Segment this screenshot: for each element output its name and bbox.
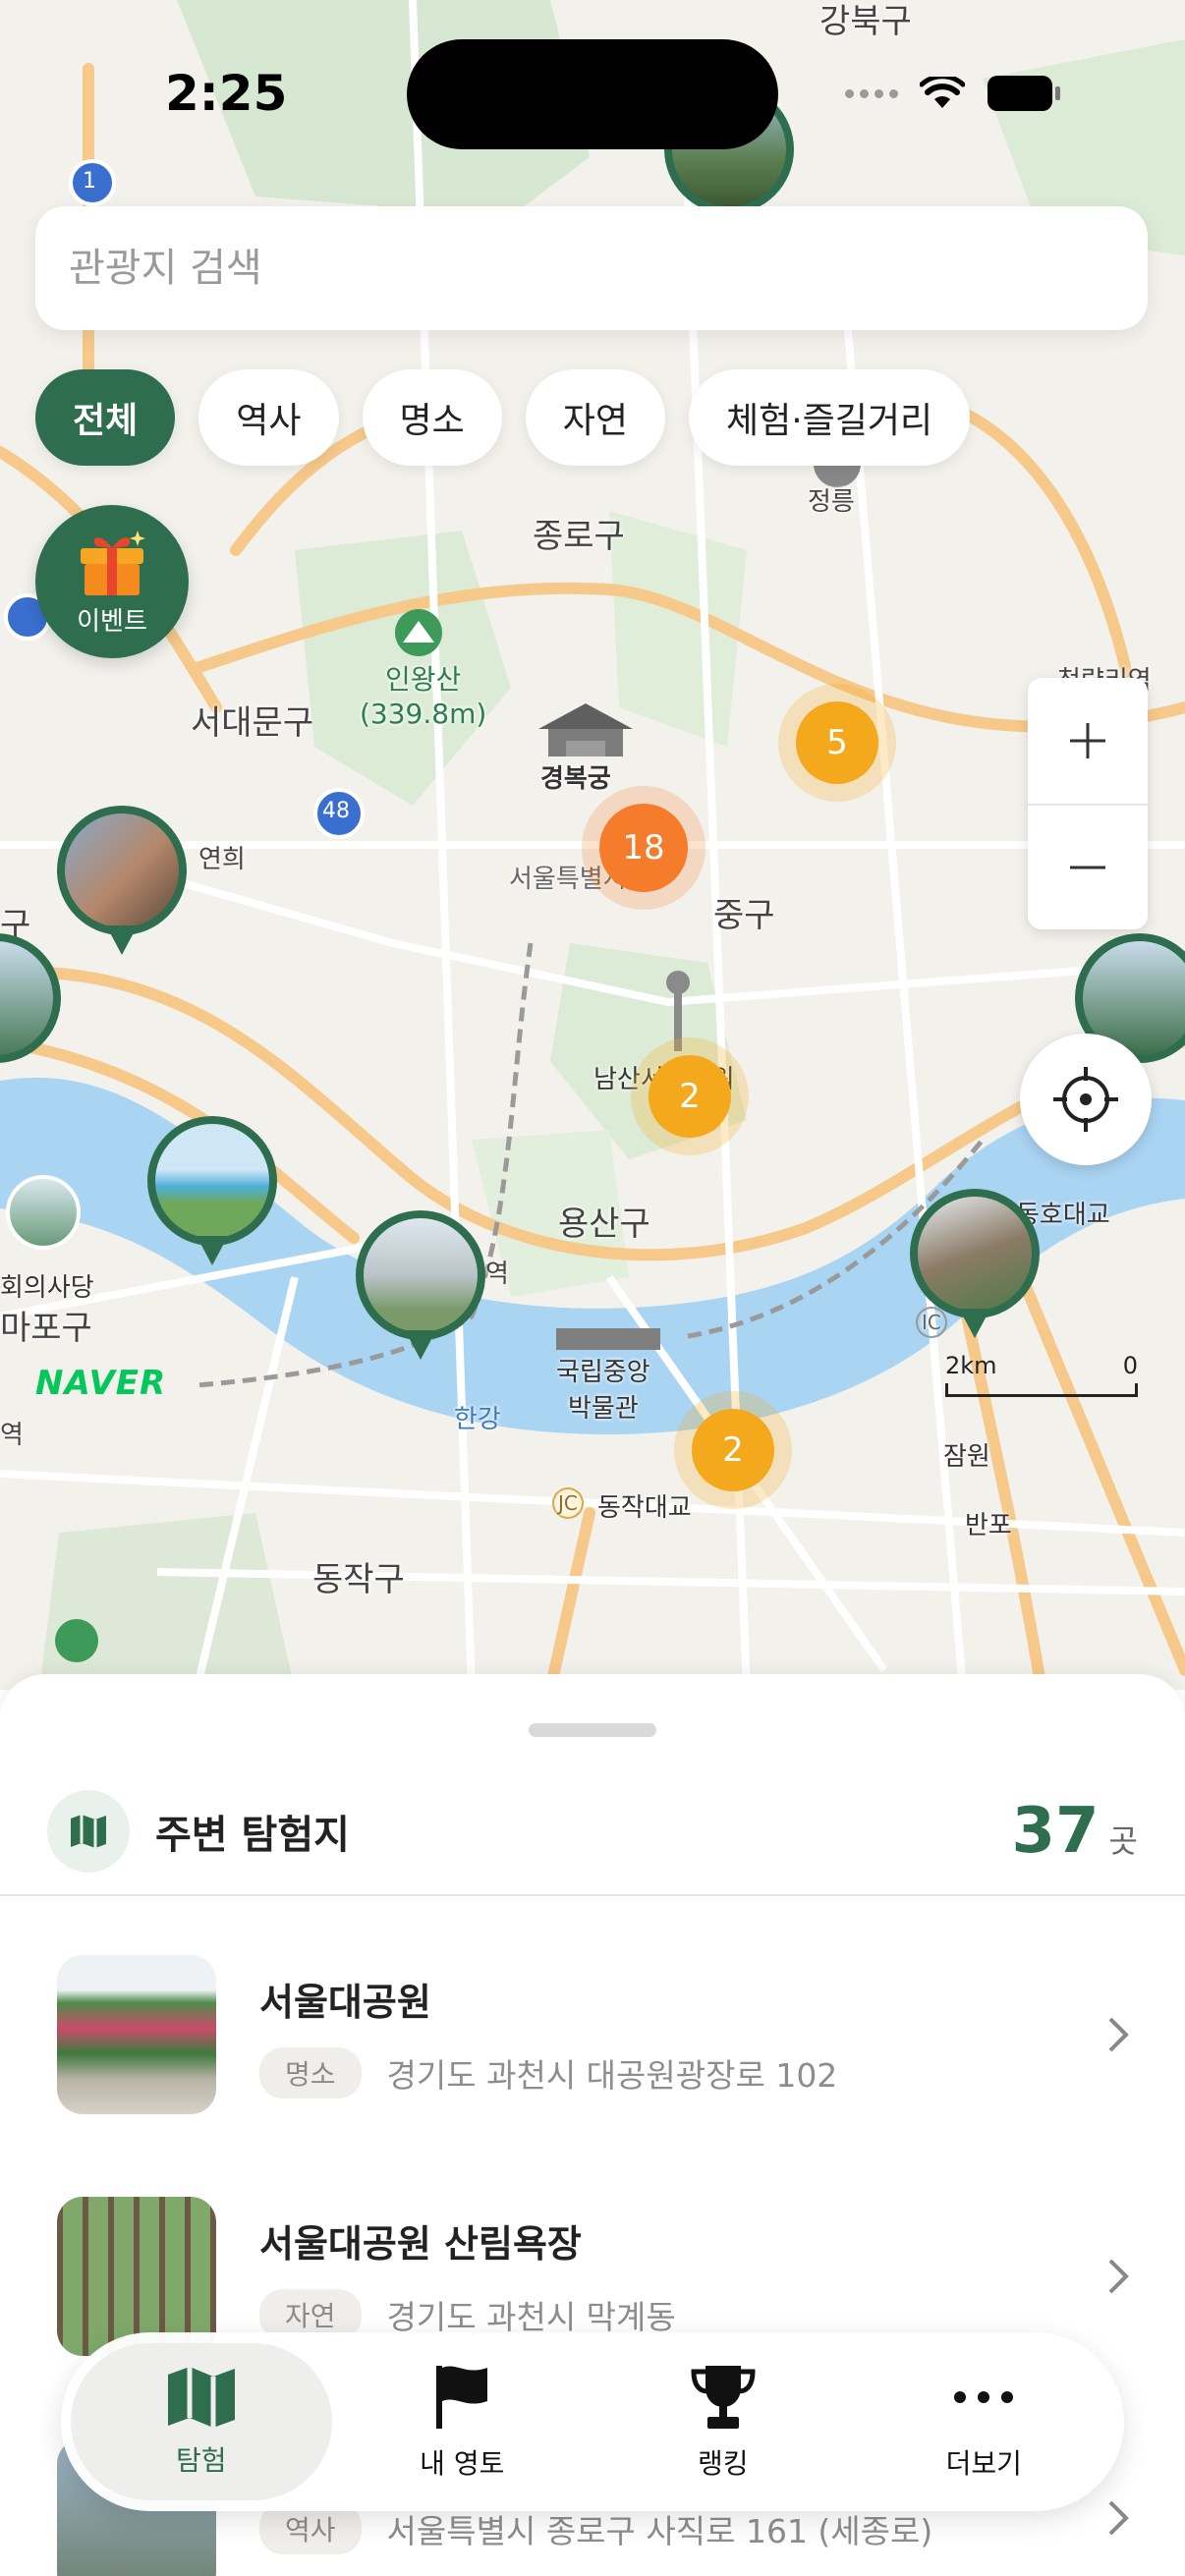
chip-attraction[interactable]: 명소: [362, 369, 502, 466]
map-label-mapo: 마포구: [0, 1309, 92, 1348]
tab-more[interactable]: 더보기: [854, 2343, 1115, 2500]
place-address: 경기도 과천시 대공원광장로 102: [386, 2055, 838, 2095]
map-pin-assembly[interactable]: [6, 1175, 81, 1250]
tab-my-territory[interactable]: 내 영토: [332, 2343, 593, 2500]
search-bar[interactable]: [35, 206, 1148, 330]
cluster-marker-5[interactable]: 5: [778, 684, 896, 802]
cluster-marker-18[interactable]: 18: [582, 786, 705, 910]
wifi-icon: [920, 77, 965, 108]
category-tag: 명소: [259, 2046, 362, 2099]
tab-label: 더보기: [945, 2447, 1022, 2480]
current-location-button[interactable]: [1020, 1034, 1152, 1165]
sheet-header: 주변 탐험지 37 곳: [47, 1790, 1138, 1873]
chip-nature[interactable]: 자연: [525, 369, 665, 466]
flag-icon: [436, 2366, 488, 2429]
map-label-dongjak-bridge: 동작대교: [597, 1493, 692, 1523]
map-label-national-assembly: 회의사당: [0, 1273, 94, 1303]
tab-explore[interactable]: 탐험: [71, 2343, 332, 2500]
map-pin-yongsan[interactable]: [356, 1210, 485, 1368]
map-label-yongsan: 용산구: [558, 1204, 650, 1244]
place-count-number: 37: [1011, 1795, 1100, 1868]
route-badge-48: 48: [322, 799, 350, 823]
map-label-station: 역: [485, 1260, 509, 1289]
more-icon: [954, 2391, 1014, 2403]
map-pin-yeonhui[interactable]: [57, 806, 187, 963]
map-icon: [167, 2367, 235, 2428]
tab-label: 내 영토: [420, 2447, 505, 2480]
cluster-count: 5: [796, 701, 878, 784]
status-time: 2:25: [165, 65, 288, 122]
map-label-seodaemun: 서대문구: [191, 703, 314, 743]
naver-logo: NAVER: [35, 1364, 167, 1403]
zoom-out-button[interactable]: [1028, 804, 1148, 929]
chip-experience[interactable]: 체험·즐길거리: [689, 369, 971, 466]
scale-label-distance: 2km: [945, 1352, 997, 1379]
map-pin-west[interactable]: [0, 933, 61, 1091]
crosshair-icon: [1053, 1067, 1118, 1132]
place-thumbnail: [57, 1955, 216, 2114]
map-label-gangbuk: 강북구: [819, 2, 912, 41]
search-input[interactable]: [69, 246, 1148, 291]
place-title: 서울대공원: [259, 1980, 431, 2024]
map-label-junggu: 중구: [713, 896, 775, 935]
map-label-jongno: 종로구: [533, 517, 625, 556]
map-label-inwangsan: 인왕산 (339.8m): [360, 663, 487, 730]
gift-icon: [81, 530, 145, 595]
place-address: 경기도 과천시 막계동: [386, 2297, 676, 2336]
map-label-museum: 국립중앙 박물관: [556, 1358, 650, 1424]
cluster-count: 2: [649, 1055, 731, 1138]
event-label: 이벤트: [77, 606, 147, 637]
route-badge-1: 1: [83, 169, 96, 194]
tab-bar: 탐험 내 영토 랭킹 더보기: [61, 2332, 1124, 2511]
place-title: 서울대공원 산림욕장: [259, 2221, 582, 2266]
event-button[interactable]: 이벤트: [35, 505, 189, 658]
map-scale-bar: 2km 0: [945, 1352, 1138, 1397]
chevron-right-icon: [1099, 2247, 1138, 2306]
trophy-icon: [691, 2366, 756, 2429]
map-label-jeongneung: 정릉: [808, 487, 855, 517]
minus-icon: [1070, 866, 1105, 869]
scale-label-zero: 0: [1122, 1352, 1138, 1379]
map-pin-hangang-park[interactable]: [147, 1116, 277, 1273]
list-item[interactable]: 서울대공원 명소 경기도 과천시 대공원광장로 102: [57, 1955, 1138, 2114]
chevron-right-icon: [1099, 2489, 1138, 2548]
map-label-gyeongbokgung: 경복궁: [540, 764, 611, 794]
cluster-marker-2-hangang[interactable]: 2: [674, 1391, 792, 1509]
map-label-yeonhui: 연희: [198, 845, 246, 874]
chevron-right-icon: [1099, 2005, 1138, 2064]
cluster-count: 2: [692, 1409, 774, 1491]
category-filter: 전체 역사 명소 자연 체험·즐길거리: [35, 369, 971, 466]
cluster-marker-2-namsan[interactable]: 2: [631, 1037, 749, 1155]
tab-ranking[interactable]: 랭킹: [592, 2343, 854, 2500]
place-count-unit: 곳: [1108, 1822, 1138, 1860]
chip-all[interactable]: 전체: [35, 369, 176, 466]
place-address: 서울특별시 종로구 사직로 161 (세종로): [386, 2512, 933, 2550]
tab-label: 탐험: [175, 2444, 227, 2477]
status-indicators: [845, 75, 1061, 112]
place-count: 37 곳: [1011, 1795, 1138, 1868]
sheet-grabber[interactable]: [529, 1723, 656, 1737]
dynamic-island: [407, 39, 778, 149]
divider: [0, 1894, 1185, 1896]
zoom-control: [1028, 678, 1148, 929]
map-pin-seongdong[interactable]: [910, 1189, 1040, 1346]
sheet-title: 주변 탐험지: [155, 1813, 350, 1858]
map-label-station-left: 역: [0, 1421, 24, 1450]
jc-marker: JC: [552, 1487, 584, 1519]
tab-label: 랭킹: [697, 2447, 749, 2480]
map-label-jamwon: 잠원: [943, 1442, 990, 1472]
map-icon: [47, 1790, 130, 1873]
plus-icon: [1070, 723, 1105, 758]
zoom-in-button[interactable]: [1028, 678, 1148, 804]
map-label-hangang: 한강: [454, 1405, 501, 1434]
battery-icon: [988, 76, 1060, 111]
map-label-banpo: 반포: [965, 1511, 1012, 1540]
cellular-signal-icon: [845, 88, 898, 98]
chip-history[interactable]: 역사: [198, 369, 339, 466]
cluster-count: 18: [599, 804, 688, 892]
map-label-dongjak: 동작구: [312, 1560, 405, 1599]
